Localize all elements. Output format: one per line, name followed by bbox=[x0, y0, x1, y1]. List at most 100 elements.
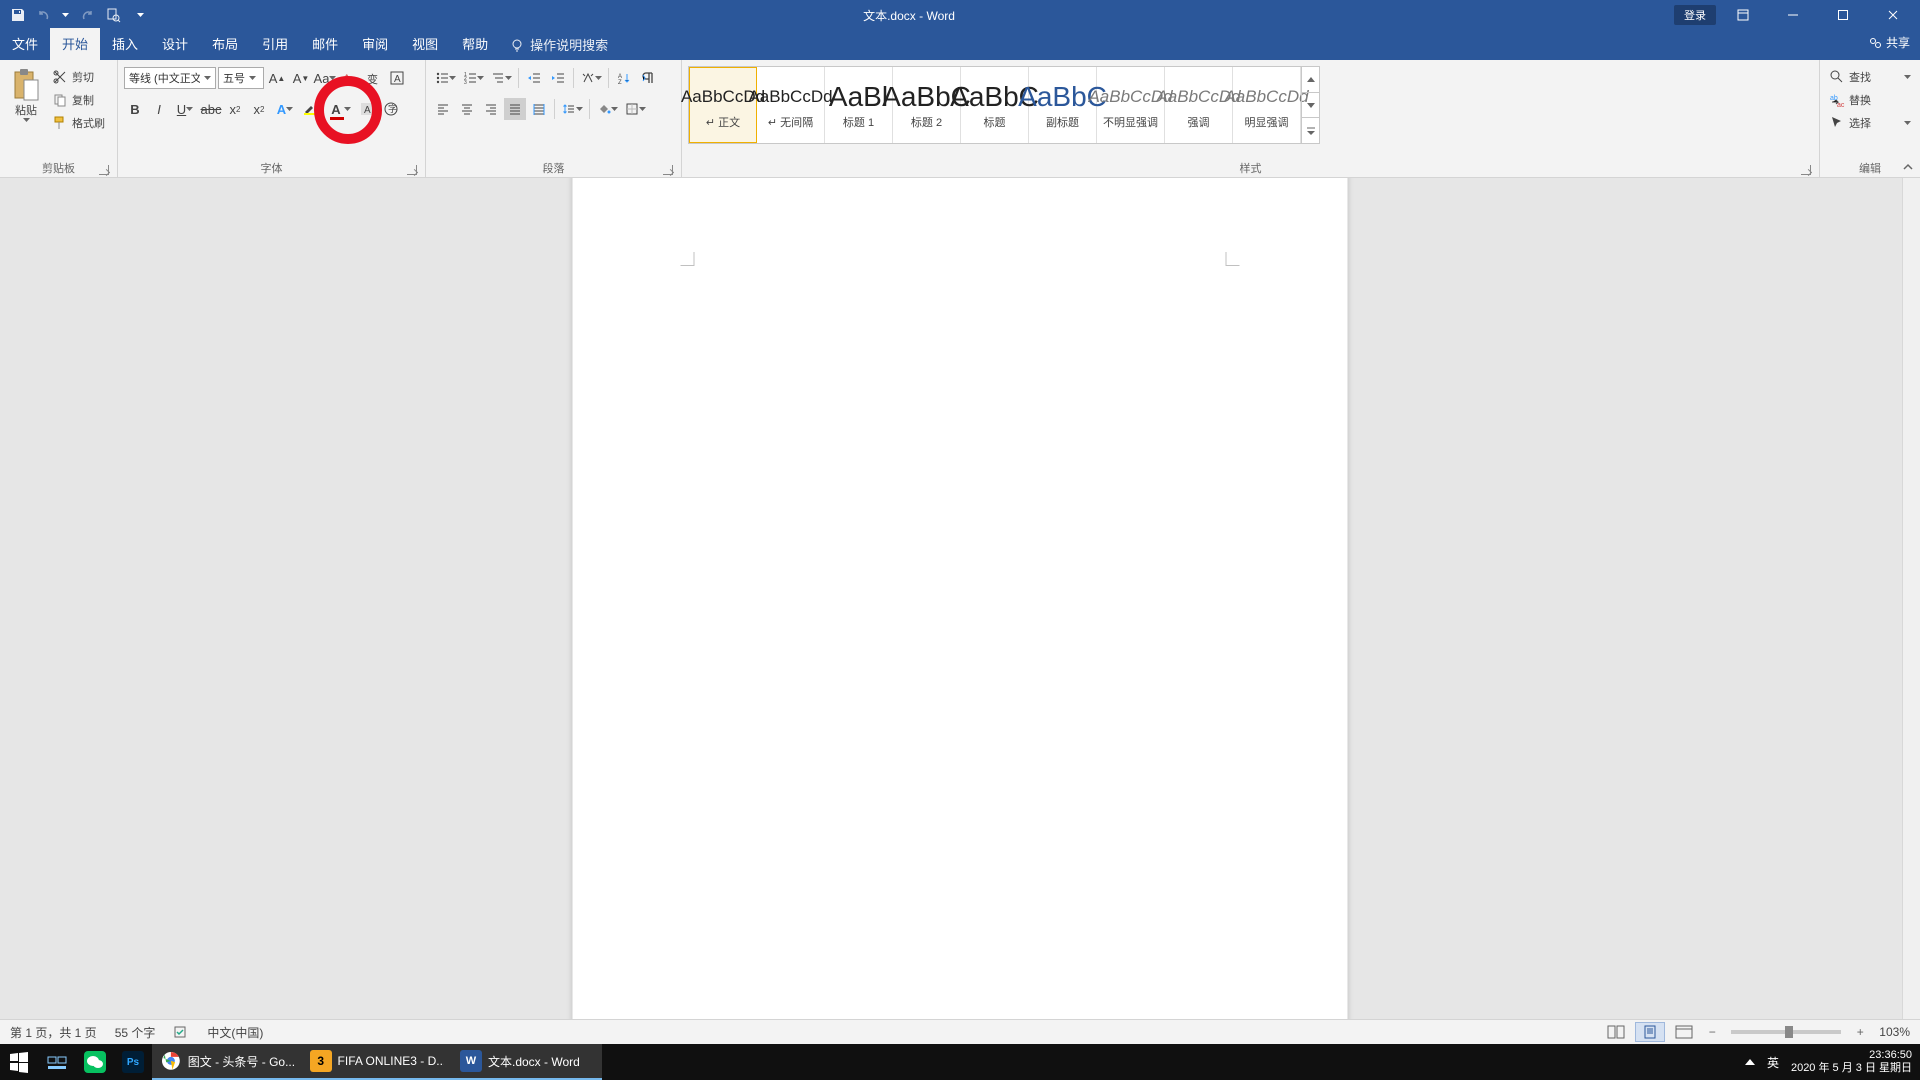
font-color-button[interactable]: A bbox=[328, 98, 354, 120]
style-normal[interactable]: AaBbCcDd↵ 正文 bbox=[689, 67, 757, 143]
taskbar-wechat[interactable] bbox=[76, 1044, 114, 1080]
taskbar-fifa[interactable]: 3FIFA ONLINE3 - D... bbox=[302, 1044, 452, 1080]
maximize-button[interactable] bbox=[1820, 0, 1866, 30]
grow-font-button[interactable]: A▲ bbox=[266, 67, 288, 89]
clipboard-dialog-launcher[interactable] bbox=[99, 165, 109, 175]
tab-home[interactable]: 开始 bbox=[50, 28, 100, 60]
align-left-button[interactable] bbox=[432, 98, 454, 120]
copy-button[interactable]: 复制 bbox=[49, 89, 108, 111]
zoom-slider[interactable] bbox=[1731, 1030, 1841, 1034]
font-dialog-launcher[interactable] bbox=[407, 165, 417, 175]
cut-button[interactable]: 剪切 bbox=[49, 66, 108, 88]
gallery-up-button[interactable] bbox=[1302, 67, 1319, 93]
enclose-characters-button[interactable]: 字 bbox=[380, 98, 402, 120]
ime-indicator[interactable]: 英 bbox=[1767, 1054, 1779, 1071]
redo-icon[interactable] bbox=[79, 7, 95, 23]
tab-mailings[interactable]: 邮件 bbox=[300, 28, 350, 60]
align-distributed-button[interactable] bbox=[528, 98, 550, 120]
ribbon-display-options-button[interactable] bbox=[1720, 0, 1766, 30]
style-subtle-emphasis[interactable]: AaBbCcDd不明显强调 bbox=[1097, 67, 1165, 143]
print-preview-icon[interactable] bbox=[105, 7, 121, 23]
decrease-indent-button[interactable] bbox=[523, 67, 545, 89]
page[interactable] bbox=[573, 178, 1348, 1044]
zoom-thumb[interactable] bbox=[1785, 1026, 1793, 1038]
tab-insert[interactable]: 插入 bbox=[100, 28, 150, 60]
style-subtitle[interactable]: AaBbC副标题 bbox=[1029, 67, 1097, 143]
style-no-spacing[interactable]: AaBbCcDd↵ 无间隔 bbox=[757, 67, 825, 143]
change-case-button[interactable]: Aa bbox=[314, 67, 336, 89]
shading-button[interactable] bbox=[594, 98, 620, 120]
tab-file[interactable]: 文件 bbox=[0, 28, 50, 60]
font-name-combo[interactable]: 等线 (中文正文) bbox=[124, 67, 216, 89]
bullets-button[interactable] bbox=[432, 67, 458, 89]
highlight-button[interactable] bbox=[300, 98, 326, 120]
undo-icon[interactable] bbox=[36, 7, 52, 23]
start-button[interactable] bbox=[0, 1044, 38, 1080]
account-login-button[interactable]: 登录 bbox=[1674, 5, 1716, 25]
strikethrough-button[interactable]: abc bbox=[200, 98, 222, 120]
gallery-more-button[interactable] bbox=[1302, 118, 1319, 143]
gallery-down-button[interactable] bbox=[1302, 93, 1319, 119]
borders-button[interactable] bbox=[622, 98, 648, 120]
clear-formatting-button[interactable]: A bbox=[338, 67, 360, 89]
status-page[interactable]: 第 1 页，共 1 页 bbox=[10, 1024, 97, 1041]
document-area[interactable] bbox=[0, 178, 1920, 1044]
line-spacing-button[interactable] bbox=[559, 98, 585, 120]
tab-review[interactable]: 审阅 bbox=[350, 28, 400, 60]
align-right-button[interactable] bbox=[480, 98, 502, 120]
tab-view[interactable]: 视图 bbox=[400, 28, 450, 60]
show-marks-button[interactable] bbox=[637, 67, 659, 89]
italic-button[interactable]: I bbox=[148, 98, 170, 120]
paragraph-dialog-launcher[interactable] bbox=[663, 165, 673, 175]
tab-design[interactable]: 设计 bbox=[150, 28, 200, 60]
paste-button[interactable]: 粘贴 bbox=[6, 66, 46, 124]
zoom-out-button[interactable]: − bbox=[1703, 1025, 1721, 1039]
close-button[interactable] bbox=[1870, 0, 1916, 30]
phonetic-guide-button[interactable]: 变 bbox=[362, 67, 384, 89]
status-language[interactable]: 中文(中国) bbox=[207, 1024, 263, 1041]
spellcheck-icon[interactable] bbox=[173, 1024, 189, 1040]
tab-layout[interactable]: 布局 bbox=[200, 28, 250, 60]
increase-indent-button[interactable] bbox=[547, 67, 569, 89]
asian-layout-button[interactable] bbox=[578, 67, 604, 89]
format-painter-button[interactable]: 格式刷 bbox=[49, 112, 108, 134]
taskbar-chrome[interactable]: 图文 - 头条号 - Go... bbox=[152, 1044, 302, 1080]
select-button[interactable]: 选择 bbox=[1826, 112, 1914, 134]
task-view-button[interactable] bbox=[38, 1044, 76, 1080]
status-words[interactable]: 55 个字 bbox=[115, 1024, 156, 1041]
tab-help[interactable]: 帮助 bbox=[450, 28, 500, 60]
numbering-button[interactable]: 123 bbox=[460, 67, 486, 89]
vertical-scrollbar[interactable] bbox=[1902, 178, 1920, 1044]
multilevel-list-button[interactable] bbox=[488, 67, 514, 89]
text-effects-button[interactable]: A bbox=[272, 98, 298, 120]
shrink-font-button[interactable]: A▼ bbox=[290, 67, 312, 89]
underline-button[interactable]: U bbox=[172, 98, 198, 120]
tray-clock[interactable]: 23:36:50 2020 年 5 月 3 日 星期日 bbox=[1791, 1049, 1912, 1075]
tell-me-search[interactable]: 操作说明搜索 bbox=[500, 29, 618, 60]
style-emphasis[interactable]: AaBbCcDd强调 bbox=[1165, 67, 1233, 143]
undo-dropdown-icon[interactable] bbox=[62, 13, 69, 17]
styles-dialog-launcher[interactable] bbox=[1801, 165, 1811, 175]
align-center-button[interactable] bbox=[456, 98, 478, 120]
view-read-mode[interactable] bbox=[1601, 1022, 1631, 1042]
zoom-level[interactable]: 103% bbox=[1879, 1025, 1910, 1039]
taskbar-word[interactable]: W文本.docx - Word bbox=[452, 1044, 602, 1080]
character-border-button[interactable]: A bbox=[386, 67, 408, 89]
taskbar-photoshop[interactable]: Ps bbox=[114, 1044, 152, 1080]
save-icon[interactable] bbox=[10, 7, 26, 23]
minimize-button[interactable] bbox=[1770, 0, 1816, 30]
style-intense-emphasis[interactable]: AaBbCcDd明显强调 bbox=[1233, 67, 1301, 143]
replace-button[interactable]: abac替换 bbox=[1826, 89, 1914, 111]
view-print-layout[interactable] bbox=[1635, 1022, 1665, 1042]
qat-customize-icon[interactable] bbox=[137, 13, 144, 17]
collapse-ribbon-button[interactable] bbox=[1902, 161, 1914, 173]
sort-button[interactable]: AZ bbox=[613, 67, 635, 89]
share-button[interactable]: 共享 bbox=[1868, 34, 1910, 51]
tray-expand-icon[interactable] bbox=[1745, 1059, 1755, 1065]
superscript-button[interactable]: x2 bbox=[248, 98, 270, 120]
bold-button[interactable]: B bbox=[124, 98, 146, 120]
paste-dropdown-icon[interactable] bbox=[23, 118, 30, 122]
view-web-layout[interactable] bbox=[1669, 1022, 1699, 1042]
find-button[interactable]: 查找 bbox=[1826, 66, 1914, 88]
subscript-button[interactable]: x2 bbox=[224, 98, 246, 120]
